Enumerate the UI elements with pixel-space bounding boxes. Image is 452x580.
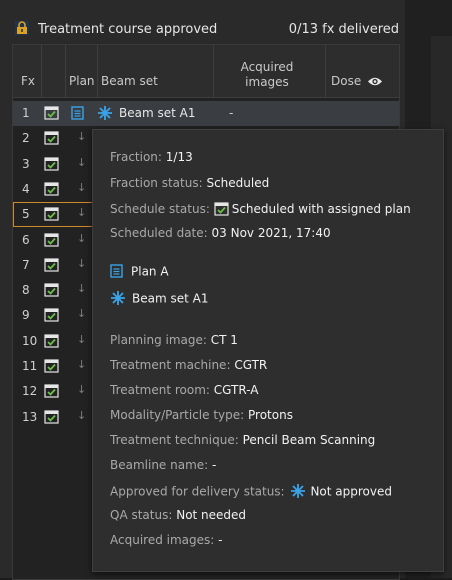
plan-icon <box>110 264 123 278</box>
down-arrow-icon: ↓ <box>77 408 87 422</box>
down-arrow-icon: ↓ <box>77 307 87 321</box>
fraction-number: 9 <box>22 308 30 323</box>
tooltip-schedule-status: Schedule status: Scheduled with assigned… <box>110 202 411 216</box>
down-arrow-icon: ↓ <box>77 231 87 245</box>
tooltip-beamline-name: Beamline name: - <box>110 458 217 472</box>
fraction-number: 7 <box>22 257 30 272</box>
lock-icon <box>15 21 29 35</box>
calendar-check-icon <box>214 202 229 216</box>
fraction-number: 3 <box>22 156 30 171</box>
column-beam-set[interactable]: Beam set <box>101 74 158 89</box>
tooltip-plan: Plan A <box>110 264 169 280</box>
beam-set-icon <box>291 484 306 498</box>
fraction-tooltip: Fraction: 1/13 Fraction status: Schedule… <box>92 129 444 572</box>
eye-icon[interactable] <box>367 76 383 87</box>
tooltip-treatment-technique: Treatment technique: Pencil Beam Scannin… <box>110 433 376 447</box>
fractions-delivered-count: 0/13 fx delivered <box>288 21 399 37</box>
beam-set-name: Beam set A1 <box>119 106 196 120</box>
down-arrow-icon: ↓ <box>77 358 87 371</box>
tooltip-approved-status: Approved for delivery status: Not approv… <box>110 484 392 499</box>
down-arrow-icon: ↓ <box>77 383 87 397</box>
calendar-check-icon <box>44 384 59 398</box>
down-arrow-icon: ↓ <box>77 155 87 169</box>
calendar-check-icon <box>44 334 59 348</box>
down-arrow-icon: ↓ <box>77 206 87 220</box>
beam-set-icon <box>111 291 125 305</box>
calendar-check-icon <box>44 283 59 297</box>
fraction-number: 12 <box>22 384 38 399</box>
tooltip-treatment-room: Treatment room: CGTR-A <box>110 383 259 397</box>
fraction-number: 5 <box>22 207 30 222</box>
fraction-number: 13 <box>22 409 38 424</box>
panel-header: Treatment course approved 0/13 fx delive… <box>0 14 405 44</box>
tooltip-beam-set: Beam set A1 <box>110 290 208 308</box>
down-arrow-icon: ↓ <box>77 130 87 144</box>
calendar-check-icon <box>44 131 59 145</box>
fraction-number: 2 <box>22 131 30 146</box>
tooltip-modality: Modality/Particle type: Protons <box>110 408 293 422</box>
beam-set-icon <box>98 106 112 120</box>
column-fx[interactable]: Fx <box>21 74 35 89</box>
down-arrow-icon: ↓ <box>77 256 87 270</box>
fraction-number: 8 <box>22 283 30 298</box>
fraction-number: 6 <box>22 232 30 247</box>
table-header: Fx Plan Beam set Acquired images Dose <box>13 45 399 98</box>
calendar-check-icon <box>44 308 59 322</box>
tooltip-fraction: Fraction: 1/13 <box>110 150 193 164</box>
tooltip-planning-image: Planning image: CT 1 <box>110 333 238 347</box>
column-plan[interactable]: Plan <box>69 74 95 89</box>
calendar-check-icon <box>44 409 59 424</box>
calendar-check-icon <box>44 182 59 196</box>
tooltip-treatment-machine: Treatment machine: CGTR <box>110 358 268 372</box>
down-arrow-icon: ↓ <box>77 180 87 194</box>
column-acquired-images[interactable]: Acquired images <box>217 60 317 90</box>
calendar-check-icon <box>44 258 59 272</box>
course-status-title: Treatment course approved <box>38 21 218 37</box>
calendar-check-icon <box>44 232 59 247</box>
column-dose[interactable]: Dose <box>331 74 383 89</box>
tooltip-fraction-status: Fraction status: Scheduled <box>110 176 270 190</box>
calendar-check-icon <box>44 359 59 373</box>
down-arrow-icon: ↓ <box>77 282 87 296</box>
acquired-images-value: - <box>229 106 234 120</box>
plan-icon[interactable] <box>71 106 84 120</box>
fraction-number: 1 <box>22 106 30 120</box>
tooltip-qa-status: QA status: Not needed <box>110 508 247 522</box>
calendar-check-icon <box>44 207 59 221</box>
tooltip-acquired-images: Acquired images: - <box>110 533 223 547</box>
fraction-number: 4 <box>22 181 30 196</box>
calendar-check-icon <box>44 156 59 171</box>
fraction-number: 11 <box>22 359 38 373</box>
fraction-number: 10 <box>22 333 38 348</box>
tooltip-scheduled-date: Scheduled date: 03 Nov 2021, 17:40 <box>110 226 331 240</box>
table-row[interactable]: 1 Beam set A1 - <box>13 101 399 126</box>
down-arrow-icon: ↓ <box>77 332 87 346</box>
calendar-check-icon <box>44 106 59 120</box>
